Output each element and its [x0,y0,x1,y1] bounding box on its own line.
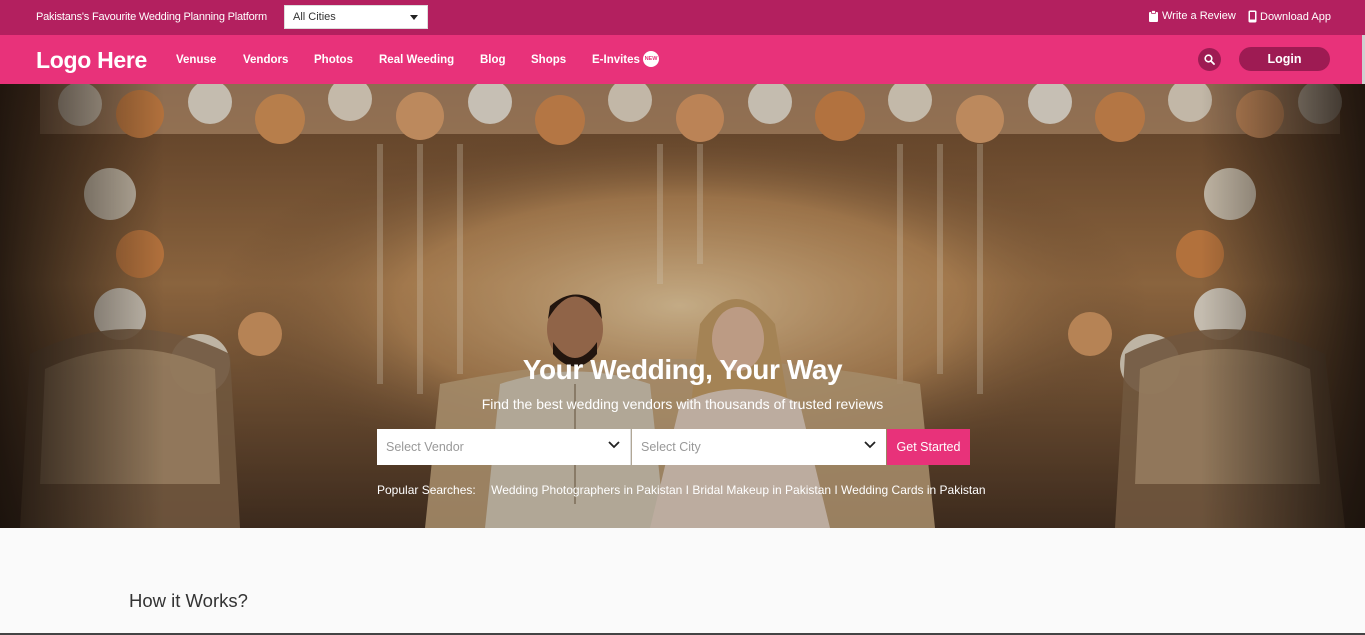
caret-down-icon [410,15,418,20]
city-select-placeholder: Select City [641,440,701,454]
tagline: Pakistans's Favourite Wedding Planning P… [36,11,267,23]
search-button[interactable] [1198,48,1221,71]
new-badge: NEW [643,51,659,67]
vendor-select[interactable]: Select Vendor [377,429,631,465]
hero-section: Your Wedding, Your Way Find the best wed… [0,84,1365,528]
nav-item-e-invites[interactable]: E-Invites [592,54,640,66]
city-select-value: All Cities [293,11,336,23]
popular-searches: Popular Searches: Wedding Photographers … [377,483,986,497]
nav-item-vendors[interactable]: Vendors [243,54,288,66]
hero-title: Your Wedding, Your Way [522,354,843,385]
nav-item-real-wedding[interactable]: Real Weeding [379,54,454,66]
vendor-select-placeholder: Select Vendor [386,440,464,454]
nav-item-shops[interactable]: Shops [531,54,566,66]
logo[interactable]: Logo Here [36,47,147,74]
hero-subtitle: Find the best wedding vendors with thous… [481,396,884,412]
login-button[interactable]: Login [1239,47,1330,71]
nav-item-photos[interactable]: Photos [314,54,353,66]
download-app-link[interactable]: Download App [1248,10,1331,23]
get-started-button[interactable]: Get Started [887,429,970,465]
clipboard-icon [1149,10,1158,22]
popular-searches-label: Popular Searches: [377,483,476,497]
main-navbar: Logo Here Venuse Vendors Photos Real Wee… [0,35,1365,84]
write-review-label: Write a Review [1162,10,1236,22]
top-utility-bar: Pakistans's Favourite Wedding Planning P… [0,0,1365,35]
city-select[interactable]: All Cities [284,5,428,29]
nav-item-blog[interactable]: Blog [480,54,506,66]
mobile-phone-icon [1248,10,1257,23]
city-search-select[interactable]: Select City [632,429,886,465]
chevron-down-icon [608,441,620,449]
download-app-label: Download App [1260,10,1331,23]
search-icon [1204,54,1215,65]
write-review-link[interactable]: Write a Review [1148,10,1236,22]
popular-searches-links[interactable]: Wedding Photographers in Pakistan I Brid… [491,483,986,497]
how-it-works-heading: How it Works? [129,590,248,611]
chevron-down-icon [864,441,876,449]
nav-item-venues[interactable]: Venuse [176,54,216,66]
